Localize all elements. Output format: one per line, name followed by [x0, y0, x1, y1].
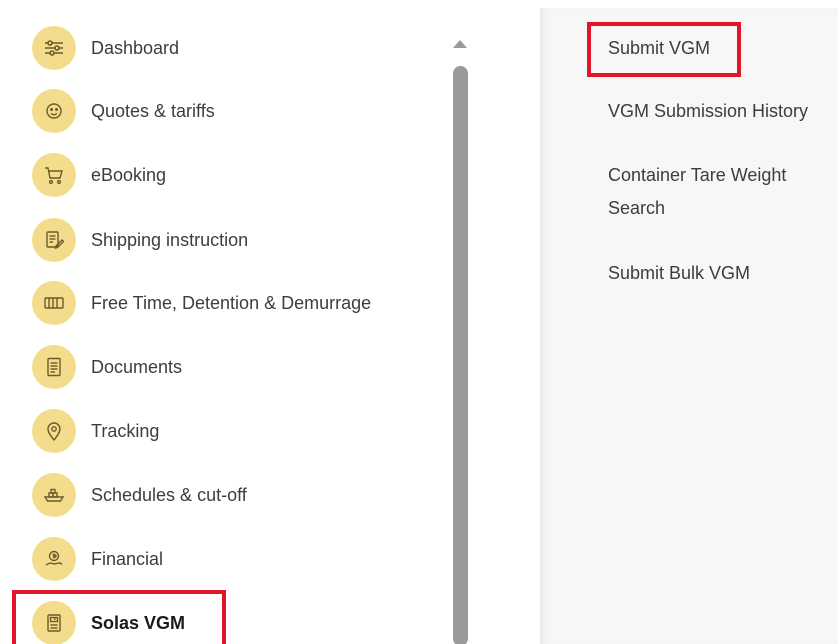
menu-item-tracking[interactable]: Tracking: [10, 404, 430, 458]
menu-item-label: Quotes & tariffs: [91, 100, 215, 121]
menu-item-quotes-tariffs[interactable]: Quotes & tariffs: [10, 84, 430, 138]
menu-item-dashboard[interactable]: Dashboard: [10, 21, 430, 75]
submit-vgm-highlight-box: [587, 22, 741, 77]
submenu-item-submit-bulk-vgm[interactable]: Submit Bulk VGM: [608, 257, 750, 290]
menu-item-shipping-instruction[interactable]: Shipping instruction: [10, 213, 430, 267]
menu-item-label: Documents: [91, 356, 183, 377]
coin-hand-icon: [32, 537, 76, 581]
submenu-panel: Submit VGM VGM Submission History Contai…: [540, 8, 838, 644]
menu-item-label: eBooking: [91, 164, 167, 185]
menu-item-free-time-detention-demurrage[interactable]: Free Time, Detention & Demurrage: [10, 276, 430, 330]
menu-item-label: Schedules & cut-off: [91, 484, 247, 505]
menu-item-documents[interactable]: Documents: [10, 340, 430, 394]
menu-item-ebooking[interactable]: eBooking: [10, 148, 430, 202]
ship-icon: [32, 473, 76, 517]
menu-item-label: Financial: [91, 548, 164, 569]
scroll-up-arrow-icon[interactable]: [453, 40, 467, 48]
submenu-item-container-tare-weight[interactable]: Container Tare Weight: [608, 159, 786, 192]
menu-item-financial[interactable]: Financial: [10, 532, 430, 586]
menu-item-schedules-cutoff[interactable]: Schedules & cut-off: [10, 468, 430, 522]
document-list-icon: [32, 345, 76, 389]
menu-item-label: Dashboard: [91, 37, 180, 58]
container-icon: [32, 281, 76, 325]
submenu-item-vgm-submission-history[interactable]: VGM Submission History: [608, 95, 808, 128]
money-face-icon: [32, 89, 76, 133]
solas-vgm-highlight-box: [12, 590, 226, 644]
menu-scrollbar[interactable]: [450, 34, 470, 644]
sliders-icon: [32, 26, 76, 70]
menu-item-label: Shipping instruction: [91, 229, 249, 250]
document-pen-icon: [32, 218, 76, 262]
scrollbar-thumb[interactable]: [453, 66, 468, 644]
menu-item-label: Tracking: [91, 420, 160, 441]
cart-icon: [32, 153, 76, 197]
submenu-item-container-tare-weight-search[interactable]: Search: [608, 192, 665, 225]
menu-item-label: Free Time, Detention & Demurrage: [91, 292, 372, 313]
location-pin-icon: [32, 409, 76, 453]
main-menu-panel: Dashboard Quotes & tariffs eBooking Ship…: [0, 0, 485, 644]
